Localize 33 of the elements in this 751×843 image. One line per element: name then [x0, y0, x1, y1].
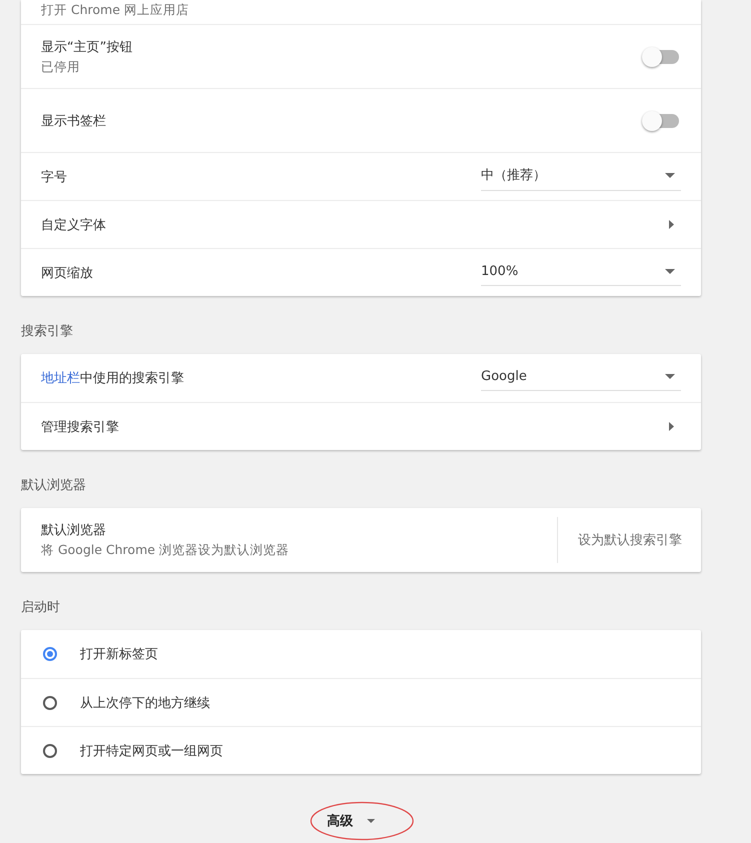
setting-label: 显示书签栏: [41, 112, 107, 130]
toggle-switch[interactable]: [642, 46, 680, 66]
setting-label: 默认浏览器: [41, 522, 107, 539]
radio-button[interactable]: [43, 647, 57, 661]
dropdown-select[interactable]: 中（推荐）: [481, 162, 681, 191]
caret-icon: [665, 374, 675, 379]
radio-button[interactable]: [43, 696, 57, 710]
setting-label: 管理搜索引擎: [41, 418, 120, 436]
radio-label: 打开特定网页或一组网页: [80, 742, 223, 760]
section-heading: 默认浏览器: [21, 477, 87, 495]
radio-button[interactable]: [43, 744, 57, 758]
setting-description: 将 Google Chrome 浏览器设为默认浏览器: [41, 542, 290, 559]
dropdown-select[interactable]: 100%: [481, 260, 681, 286]
radio-label: 从上次停下的地方继续: [80, 694, 210, 712]
setting-label: 显示“主页”按钮: [41, 38, 134, 56]
toggle-switch[interactable]: [642, 110, 680, 130]
set-default-button[interactable]: 设为默认搜索引擎: [578, 527, 682, 553]
dropdown-select[interactable]: Google: [481, 365, 681, 391]
caret-icon: [367, 819, 375, 823]
setting-label: 网页缩放: [41, 264, 94, 282]
setting-description: 已停用: [41, 58, 81, 76]
address-bar-link[interactable]: 地址栏: [41, 371, 80, 386]
setting-label: 打开 Chrome 网上应用店: [41, 2, 190, 19]
setting-label: 自定义字体: [41, 216, 107, 234]
setting-label: 地址栏中使用的搜索引擎: [41, 370, 185, 387]
setting-label: 字号: [41, 168, 68, 186]
section-heading: 搜索引擎: [21, 323, 74, 341]
section-heading: 启动时: [21, 599, 61, 617]
caret-icon: [665, 268, 675, 274]
radio-label: 打开新标签页: [80, 646, 158, 663]
caret-icon: [665, 172, 675, 178]
arrow-right-icon[interactable]: [669, 220, 674, 229]
arrow-right-icon[interactable]: [669, 422, 674, 431]
